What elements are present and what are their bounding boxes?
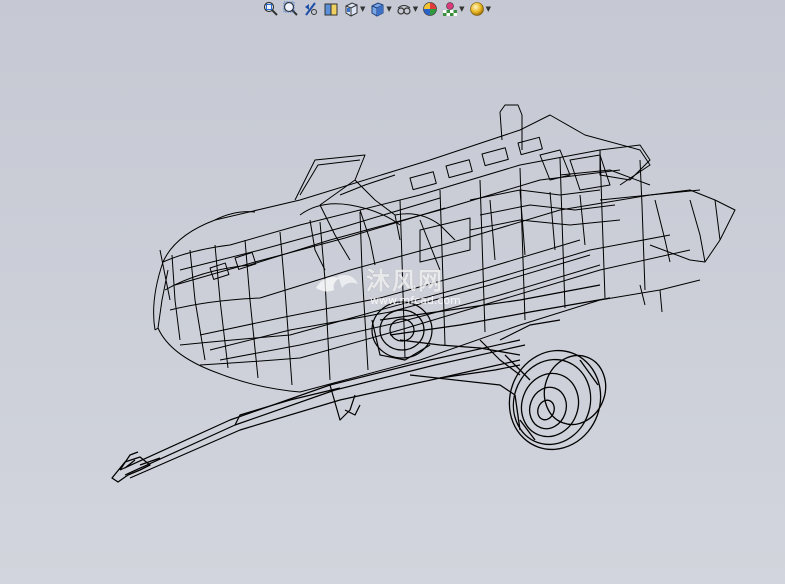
canopy-frame [294, 104, 523, 271]
trailer-wheel-rear [371, 301, 433, 361]
deck-structure [419, 149, 621, 263]
hull-windows [209, 136, 543, 280]
graphics-viewport[interactable]: ▼ ▼ ▼ ▼ ▼ 沐风网 www.mfcad.com [0, 0, 785, 584]
stern-engine [559, 144, 736, 313]
boat-hull-wireframe [153, 114, 701, 393]
trailer-wheel-front [508, 349, 607, 451]
trailer-hitch [111, 451, 161, 483]
boat-trailer-wireframe-model[interactable] [0, 0, 785, 584]
